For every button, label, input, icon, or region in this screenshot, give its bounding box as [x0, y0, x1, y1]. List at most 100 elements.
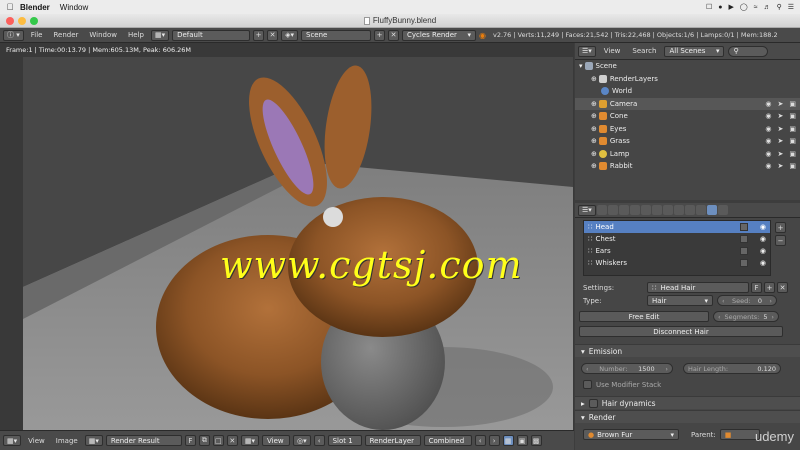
list-item[interactable]: ∷ Ears ◉ [584, 245, 770, 257]
render-camera-icon[interactable]: ▣ [789, 150, 796, 158]
visibility-eye-icon[interactable]: ◉ [760, 235, 766, 243]
render-layer-dropdown[interactable]: RenderLayer [364, 435, 421, 446]
parent-field[interactable]: ■ [719, 429, 760, 440]
app-menu[interactable]: Blender [20, 3, 50, 12]
outliner-search-input[interactable]: ⚲ [728, 45, 769, 57]
pass-prev-button[interactable]: ‹ [474, 435, 486, 446]
visibility-eye-icon[interactable]: ◉ [765, 125, 771, 133]
menu-help[interactable]: Help [124, 31, 148, 39]
slot-prev-button[interactable]: ‹ [313, 435, 325, 446]
particle-settings-field[interactable]: ∷ Head Hair [647, 282, 749, 293]
editor-type-button[interactable]: ⓘ ▾ [3, 29, 24, 41]
visibility-eye-icon[interactable]: ◉ [765, 162, 771, 170]
visibility-eye-icon[interactable]: ◉ [765, 100, 771, 108]
expand-icon[interactable]: ⊕ [591, 112, 597, 120]
outliner-filter-dropdown[interactable]: All Scenes ▾ [664, 45, 725, 57]
visibility-eye-icon[interactable]: ◉ [760, 259, 766, 267]
particle-type-dropdown[interactable]: Hair ▾ [647, 295, 713, 306]
image-name-field[interactable]: Render Result [105, 435, 182, 446]
outliner-item-scene[interactable]: ▾ Scene [575, 60, 800, 73]
outliner-item-lamp[interactable]: ⊕ Lamp ◉ ➤ ▣ [575, 148, 800, 161]
unlink-image-button[interactable]: ✕ [226, 435, 238, 446]
tray-icon[interactable]: ● [718, 4, 722, 11]
data-tab-icon[interactable] [673, 205, 684, 215]
add-particle-system-button[interactable]: + [775, 222, 786, 233]
list-item[interactable]: ∷ Chest ◉ [584, 233, 770, 245]
display-alpha-icon[interactable]: ▣ [516, 435, 528, 446]
render-toggle-checkbox[interactable] [740, 235, 748, 243]
editor-type-button[interactable]: ☰▾ [578, 204, 596, 216]
menu-view[interactable]: View [24, 437, 49, 445]
visibility-eye-icon[interactable]: ◉ [760, 247, 766, 255]
menu-window[interactable]: Window [60, 3, 88, 12]
outliner-item-world[interactable]: World [575, 85, 800, 98]
number-increment-icon[interactable]: › [665, 365, 668, 373]
render-engine-dropdown[interactable]: Cycles Render ▾ [402, 29, 477, 41]
volume-icon[interactable]: ♬ [764, 4, 771, 11]
screen-layout-icon[interactable]: ▦▾ [150, 29, 170, 41]
material-tab-icon[interactable] [684, 205, 695, 215]
seed-increment-icon[interactable]: › [769, 297, 772, 305]
outliner-item-grass[interactable]: ⊕ Grass ◉ ➤ ▣ [575, 135, 800, 148]
expand-icon[interactable]: ⊕ [591, 137, 597, 145]
menu-file[interactable]: File [27, 31, 47, 39]
select-cursor-icon[interactable]: ➤ [778, 125, 784, 133]
fake-user-button[interactable]: F [751, 282, 762, 293]
object-tab-icon[interactable] [640, 205, 651, 215]
free-edit-button[interactable]: Free Edit [579, 311, 709, 322]
display-rgba-icon[interactable]: ▦ [502, 435, 514, 446]
menu-window[interactable]: Window [85, 31, 121, 39]
outliner-item-rabbit[interactable]: ⊕ Rabbit ◉ ➤ ▣ [575, 160, 800, 173]
physics-tab-icon[interactable] [717, 205, 728, 215]
outliner-item-cone[interactable]: ⊕ Cone ◉ ➤ ▣ [575, 110, 800, 123]
zoom-window-button[interactable] [30, 17, 38, 25]
add-scene-button[interactable]: + [374, 29, 386, 41]
world-tab-icon[interactable] [629, 205, 640, 215]
visibility-eye-icon[interactable]: ◉ [765, 150, 771, 158]
new-image-button[interactable]: ⧉ [198, 435, 210, 446]
number-decrement-icon[interactable]: ‹ [586, 365, 589, 373]
constraints-tab-icon[interactable] [651, 205, 662, 215]
expand-icon[interactable]: ▾ [579, 62, 583, 70]
slot-dropdown[interactable]: Slot 1 [327, 435, 362, 446]
expand-icon[interactable]: ⊕ [591, 150, 597, 158]
display-zbuffer-icon[interactable]: ▩ [530, 435, 542, 446]
render-toggle-checkbox[interactable] [740, 223, 748, 231]
scene-field[interactable]: Scene [301, 29, 372, 41]
modifiers-tab-icon[interactable] [662, 205, 673, 215]
material-dropdown[interactable]: ● Brown Fur ▾ [583, 429, 679, 440]
search-icon[interactable]: ⚲ [777, 3, 782, 11]
select-cursor-icon[interactable]: ➤ [778, 162, 784, 170]
render-camera-icon[interactable]: ▣ [789, 112, 796, 120]
select-cursor-icon[interactable]: ➤ [778, 100, 784, 108]
render-pass-dropdown[interactable]: Combined [423, 435, 472, 446]
add-layout-button[interactable]: + [253, 29, 265, 41]
render-panel-header[interactable]: ▾ Render [575, 410, 800, 423]
hair-dynamics-panel-header[interactable]: ▸ Hair dynamics [575, 396, 800, 409]
list-item[interactable]: ∷ Head ◉ [584, 221, 770, 233]
remove-layout-button[interactable]: ✕ [267, 29, 279, 41]
list-icon[interactable]: ☰ [788, 3, 794, 11]
render-camera-icon[interactable]: ▣ [789, 137, 796, 145]
outliner-item-renderlayers[interactable]: ⊕ RenderLayers [575, 73, 800, 86]
render-camera-icon[interactable]: ▣ [789, 162, 796, 170]
render-tab-icon[interactable] [596, 205, 607, 215]
menu-image[interactable]: Image [52, 437, 82, 445]
pin-icon[interactable]: ▦▾ [240, 435, 259, 446]
emission-panel-header[interactable]: ▾ Emission [575, 344, 800, 357]
fake-user-button[interactable]: F [184, 435, 196, 446]
expand-icon[interactable]: ⊕ [591, 100, 597, 108]
remove-particle-system-button[interactable]: − [775, 235, 786, 246]
use-modifier-stack-checkbox[interactable] [583, 380, 592, 389]
pivot-icon[interactable]: ◎▾ [292, 435, 311, 446]
visibility-eye-icon[interactable]: ◉ [760, 223, 766, 231]
scene-icon[interactable]: ◈▾ [281, 29, 299, 41]
tray-icon[interactable]: ◯ [740, 3, 748, 11]
select-cursor-icon[interactable]: ➤ [778, 112, 784, 120]
menu-render[interactable]: Render [49, 31, 82, 39]
list-item[interactable]: ∷ Whiskers ◉ [584, 257, 770, 269]
image-editor-viewport[interactable]: Frame:1 | Time:00:13.79 | Mem:605.13M, P… [0, 43, 574, 430]
select-cursor-icon[interactable]: ➤ [778, 150, 784, 158]
tray-icon[interactable]: ▶ [729, 3, 734, 11]
segments-increment-icon[interactable]: › [771, 313, 774, 321]
